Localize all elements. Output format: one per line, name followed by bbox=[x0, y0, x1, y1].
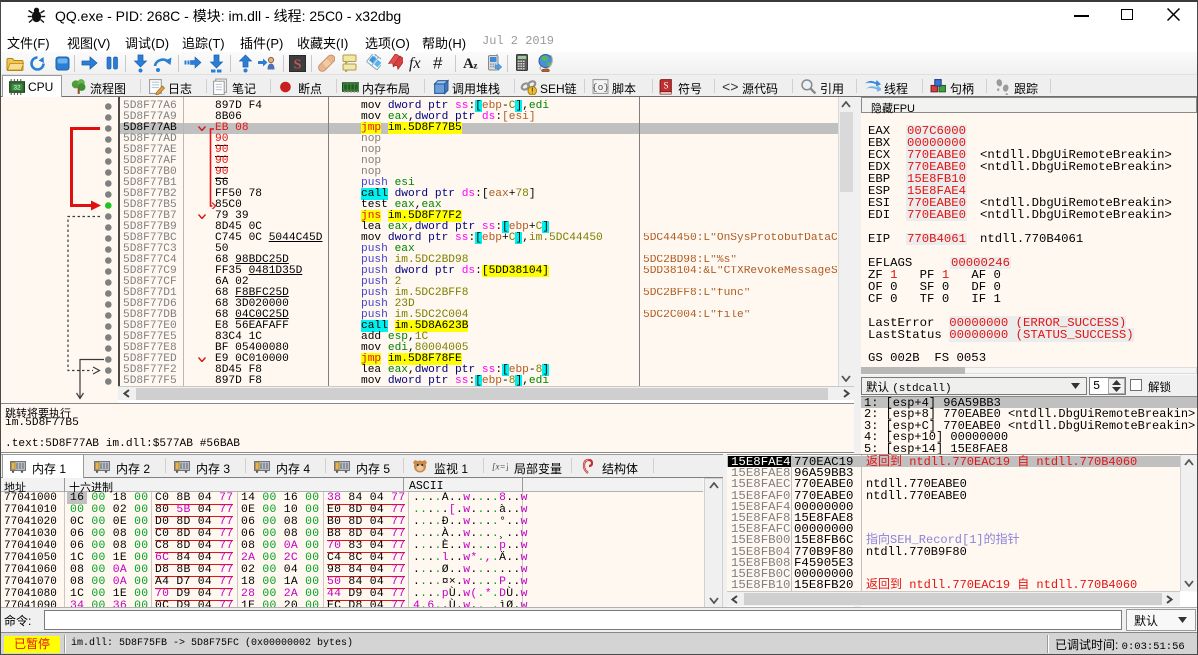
svg-text:S: S bbox=[293, 58, 301, 73]
svg-text:A: A bbox=[463, 56, 474, 71]
svg-text:fx: fx bbox=[409, 55, 421, 72]
svg-text:<>: <> bbox=[722, 81, 739, 95]
svg-text:[x=]: [x=] bbox=[492, 462, 508, 472]
svg-text:!: ! bbox=[531, 87, 533, 95]
svg-text:{o}: {o} bbox=[592, 82, 609, 93]
svg-text:#: # bbox=[433, 54, 443, 72]
svg-text:S: S bbox=[663, 81, 668, 91]
svg-text:32: 32 bbox=[13, 84, 21, 91]
svg-text:z: z bbox=[474, 61, 478, 71]
